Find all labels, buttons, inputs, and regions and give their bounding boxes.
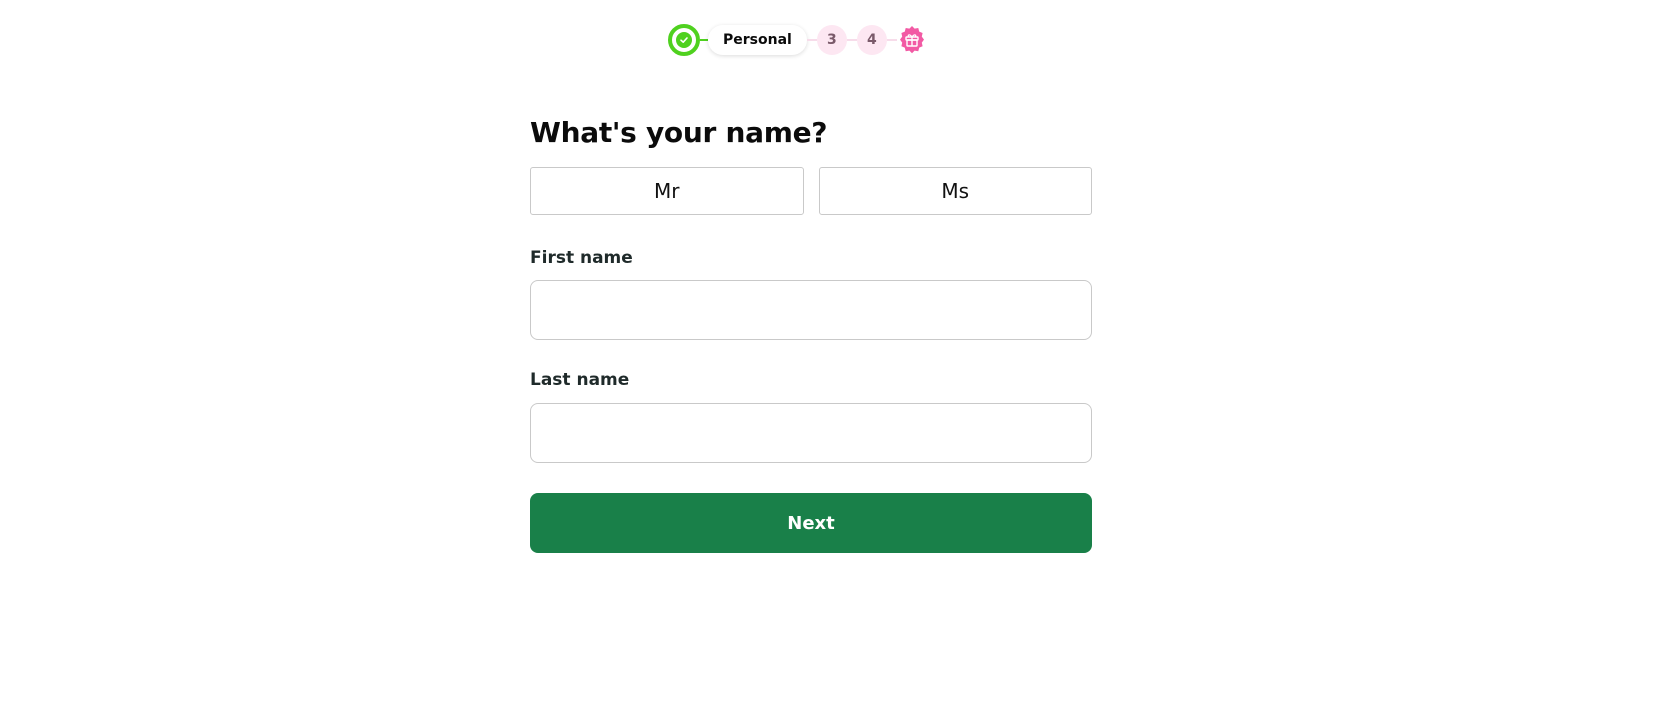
step-current-label: Personal <box>723 32 792 48</box>
page-title: What's your name? <box>530 116 828 149</box>
salutation-mr-label: Mr <box>654 179 680 203</box>
next-button[interactable]: Next <box>530 493 1092 553</box>
step-current-personal: Personal <box>708 25 807 55</box>
step-4: 4 <box>856 25 887 55</box>
salutation-toggle: Mr Ms <box>530 167 1092 215</box>
step-3: 3 <box>816 25 847 55</box>
step-3-label: 3 <box>826 32 837 48</box>
step-connector <box>806 39 817 41</box>
salutation-ms-label: Ms <box>941 179 970 203</box>
page: Personal 3 4 What's your name? Mr Ms Fir… <box>0 0 1658 706</box>
next-button-label: Next <box>787 512 835 534</box>
last-name-label: Last name <box>530 370 630 390</box>
first-name-label: First name <box>530 248 633 268</box>
step-connector <box>700 39 708 41</box>
check-icon <box>676 32 692 48</box>
step-4-label: 4 <box>866 32 877 48</box>
salutation-ms-button[interactable]: Ms <box>818 167 1092 215</box>
last-name-input[interactable] <box>530 403 1092 463</box>
first-name-input[interactable] <box>530 280 1092 340</box>
name-form: What's your name? Mr Ms First name Last … <box>530 110 1092 553</box>
step-final-gift <box>897 25 927 55</box>
step-1-completed[interactable] <box>668 24 700 56</box>
progress-stepper: Personal 3 4 <box>668 24 927 56</box>
gift-icon <box>899 26 924 54</box>
step-connector <box>886 39 897 41</box>
salutation-mr-button[interactable]: Mr <box>530 167 804 215</box>
step-connector <box>846 39 857 41</box>
